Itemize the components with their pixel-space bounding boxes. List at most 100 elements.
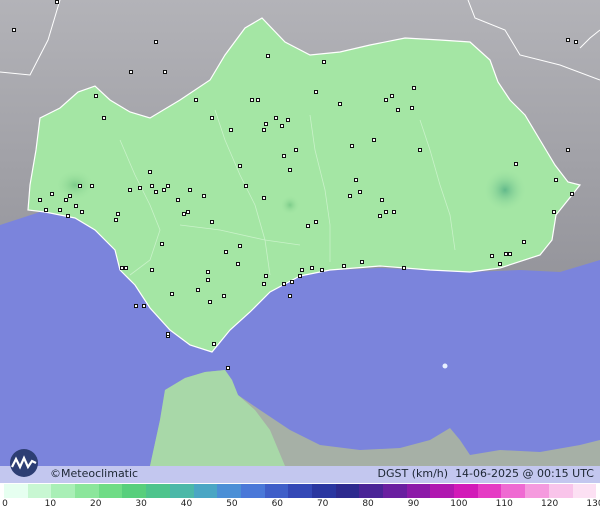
weather-station-marker[interactable] [222,294,226,298]
weather-station-marker[interactable] [300,268,304,272]
weather-station-marker[interactable] [229,128,233,132]
weather-station-marker[interactable] [208,300,212,304]
weather-station-marker[interactable] [514,162,518,166]
weather-station-marker[interactable] [566,38,570,42]
weather-station-marker[interactable] [176,198,180,202]
weather-station-marker[interactable] [396,108,400,112]
weather-station-marker[interactable] [150,184,154,188]
weather-station-marker[interactable] [206,270,210,274]
weather-station-marker[interactable] [384,210,388,214]
weather-station-marker[interactable] [554,178,558,182]
weather-station-marker[interactable] [282,154,286,158]
weather-station-marker[interactable] [224,250,228,254]
weather-station-marker[interactable] [274,116,278,120]
weather-station-marker[interactable] [202,194,206,198]
weather-station-marker[interactable] [114,218,118,222]
weather-station-marker[interactable] [154,40,158,44]
weather-station-marker[interactable] [288,294,292,298]
weather-station-marker[interactable] [160,242,164,246]
weather-station-marker[interactable] [490,254,494,258]
weather-station-marker[interactable] [58,208,62,212]
weather-station-marker[interactable] [412,86,416,90]
weather-station-marker[interactable] [120,266,124,270]
weather-station-marker[interactable] [354,178,358,182]
weather-station-marker[interactable] [128,188,132,192]
weather-station-marker[interactable] [294,148,298,152]
weather-station-marker[interactable] [418,148,422,152]
weather-station-marker[interactable] [384,98,388,102]
weather-station-marker[interactable] [150,268,154,272]
weather-station-marker[interactable] [570,192,574,196]
weather-station-marker[interactable] [44,208,48,212]
weather-station-marker[interactable] [142,304,146,308]
weather-station-marker[interactable] [286,118,290,122]
weather-station-marker[interactable] [350,144,354,148]
weather-station-marker[interactable] [154,190,158,194]
weather-station-marker[interactable] [266,54,270,58]
weather-station-marker[interactable] [148,170,152,174]
weather-station-marker[interactable] [410,106,414,110]
weather-station-marker[interactable] [262,128,266,132]
weather-station-marker[interactable] [322,60,326,64]
weather-station-marker[interactable] [574,40,578,44]
weather-station-marker[interactable] [250,98,254,102]
weather-station-marker[interactable] [90,184,94,188]
brand-label[interactable]: ©Meteoclimatic [50,467,138,481]
weather-station-marker[interactable] [338,102,342,106]
weather-station-marker[interactable] [163,70,167,74]
weather-station-marker[interactable] [282,282,286,286]
weather-station-marker[interactable] [194,98,198,102]
weather-station-marker[interactable] [210,220,214,224]
weather-station-marker[interactable] [94,94,98,98]
weather-station-marker[interactable] [170,292,174,296]
weather-station-marker[interactable] [102,116,106,120]
weather-station-marker[interactable] [504,252,508,256]
weather-station-marker[interactable] [12,28,16,32]
weather-station-marker[interactable] [80,210,84,214]
weather-station-marker[interactable] [552,210,556,214]
weather-station-marker[interactable] [314,90,318,94]
weather-station-marker[interactable] [74,204,78,208]
weather-station-marker[interactable] [226,366,230,370]
weather-station-marker[interactable] [390,94,394,98]
weather-station-marker[interactable] [186,210,190,214]
weather-station-marker[interactable] [306,224,310,228]
weather-station-marker[interactable] [66,214,70,218]
weather-station-marker[interactable] [372,138,376,142]
weather-station-marker[interactable] [129,70,133,74]
weather-station-marker[interactable] [264,274,268,278]
weather-station-marker[interactable] [210,116,214,120]
weather-station-marker[interactable] [522,240,526,244]
weather-station-marker[interactable] [236,262,240,266]
weather-station-marker[interactable] [310,266,314,270]
weather-station-marker[interactable] [280,124,284,128]
weather-station-marker[interactable] [508,252,512,256]
weather-station-marker[interactable] [116,212,120,216]
weather-station-marker[interactable] [348,194,352,198]
weather-station-marker[interactable] [378,214,382,218]
weather-station-marker[interactable] [196,288,200,292]
weather-station-marker[interactable] [212,342,216,346]
weather-station-marker[interactable] [244,184,248,188]
weather-station-marker[interactable] [78,184,82,188]
weather-station-marker[interactable] [264,122,268,126]
weather-station-marker[interactable] [498,262,502,266]
weather-station-marker[interactable] [314,220,318,224]
weather-station-marker[interactable] [360,260,364,264]
weather-station-marker[interactable] [290,280,294,284]
weather-station-marker[interactable] [298,274,302,278]
weather-station-marker[interactable] [238,164,242,168]
weather-station-marker[interactable] [38,198,42,202]
weather-station-marker[interactable] [262,196,266,200]
wind-gust-map[interactable] [0,0,600,517]
weather-station-marker[interactable] [134,304,138,308]
weather-station-marker[interactable] [256,98,260,102]
weather-station-marker[interactable] [262,282,266,286]
weather-station-marker[interactable] [402,266,406,270]
weather-station-marker[interactable] [55,0,59,4]
weather-station-marker[interactable] [566,148,570,152]
weather-station-marker[interactable] [206,278,210,282]
weather-station-marker[interactable] [162,188,166,192]
weather-station-marker[interactable] [50,192,54,196]
weather-station-marker[interactable] [124,266,128,270]
